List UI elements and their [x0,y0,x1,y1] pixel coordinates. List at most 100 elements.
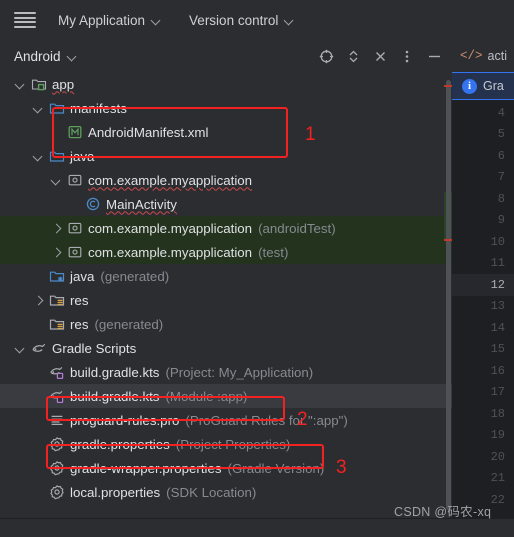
select-opened-file-icon[interactable] [314,44,338,68]
line-number: 10 [490,234,505,249]
line-number: 14 [490,320,505,335]
gradle-kts-icon [48,364,65,381]
res-folder-icon [48,316,65,333]
package-icon [66,172,83,189]
line-number: 18 [490,406,505,421]
tree-row[interactable]: proguard-rules.pro (ProGuard Rules for ":… [0,408,452,432]
line-number: 11 [490,256,505,271]
line-number: 6 [497,148,505,163]
editor-banner-text: Gra [483,79,504,93]
tree-row[interactable]: build.gradle.kts (Project: My_Application… [0,360,452,384]
line-number: 9 [497,213,505,228]
tree-row-label: com.example.myapplication [88,172,253,188]
tree-arrow-spacer [32,438,45,451]
line-number: 19 [490,428,505,443]
chevron-right-icon[interactable] [50,222,63,235]
chevron-down-icon[interactable] [32,150,45,163]
main-title-bar: My Application Version control [0,0,514,40]
tree-row[interactable]: com.example.myapplication [0,168,452,192]
tree-row[interactable]: java [0,144,452,168]
chevron-down-icon[interactable] [32,102,45,115]
text-file-icon [48,412,65,429]
tree-row-sublabel: (androidTest) [258,220,336,236]
tree-arrow-spacer [50,126,63,139]
version-control-menu[interactable]: Version control [181,9,302,32]
tree-row-label: java [70,268,95,284]
tree-row[interactable]: app [0,72,452,96]
tree-row-sublabel: (SDK Location) [166,484,257,500]
info-icon: i [462,78,477,94]
chevron-right-icon[interactable] [32,294,45,307]
chevron-right-icon[interactable] [50,246,63,259]
line-number: 15 [490,342,505,357]
tree-row[interactable]: Gradle Scripts [0,336,452,360]
tree-row-label: res [70,316,89,332]
tree-row-label: gradle-wrapper.properties [70,460,222,476]
tree-row[interactable]: AndroidManifest.xml [0,120,452,144]
tree-row-label: res [70,292,89,308]
tree-row[interactable]: manifests [0,96,452,120]
line-number: 4 [497,105,505,120]
tree-arrow-spacer [68,198,81,211]
tree-row[interactable]: gradle.properties (Project Properties) [0,432,452,456]
tree-arrow-spacer [32,366,45,379]
chevron-down-icon[interactable] [14,342,27,355]
hide-tool-window-icon[interactable] [422,44,446,68]
kotlin-class-icon [84,196,101,213]
properties-icon [48,436,65,453]
editor-line-number-gutter: 4 5 6 7 8 9 10 11 12 13 14 15 16 17 18 19 20 21 22 [452,100,514,511]
project-name-label: My Application [58,12,146,28]
line-number: 16 [490,363,505,378]
tool-window-body: app manifests AndroidManifest.xml java com.e… [0,72,452,518]
tree-arrow-spacer [32,414,45,427]
line-number: 7 [497,170,505,185]
editor-tab-activity-main[interactable]: </> acti [460,49,507,63]
tree-row[interactable]: build.gradle.kts (Module :app) [0,384,452,408]
project-tree[interactable]: app manifests AndroidManifest.xml java com.e… [0,72,452,504]
xml-code-icon: </> [460,49,483,63]
module-folder-icon [30,76,47,93]
tree-row[interactable]: com.example.myapplication (androidTest) [0,216,452,240]
tree-row-label: AndroidManifest.xml [88,124,209,140]
tree-row[interactable]: local.properties (SDK Location) [0,480,452,504]
tree-row-label: Gradle Scripts [52,340,137,356]
tree-row-label: java [70,148,95,164]
tool-window-title: Android [14,48,61,64]
tool-window-actions [314,44,446,68]
tree-row[interactable]: MainActivity [0,192,452,216]
package-icon [66,244,83,261]
tree-row[interactable]: com.example.myapplication (test) [0,240,452,264]
view-mode-selector[interactable]: Android [14,49,77,64]
tree-row-sublabel: (Gradle Version) [227,460,325,476]
properties-icon [48,484,65,501]
bottom-tool-window-bar[interactable] [0,518,514,537]
tree-row[interactable]: res (generated) [0,312,452,336]
package-icon [66,220,83,237]
folder-icon [48,148,65,165]
tree-row-label: app [52,76,75,92]
expand-collapse-icon[interactable] [341,44,365,68]
android-project-tool-window: Android app manifests AndroidManifest.xm… [0,40,452,518]
chevron-down-icon[interactable] [50,174,63,187]
gradle-icon [30,340,47,357]
editor-tab-bar: </> acti [452,40,514,72]
line-number: 13 [490,299,505,314]
more-options-icon[interactable] [395,44,419,68]
tree-row[interactable]: res [0,288,452,312]
tree-row[interactable]: java (generated) [0,264,452,288]
line-number: 12 [452,274,514,296]
tree-row-label: gradle.properties [70,436,170,452]
tree-arrow-spacer [32,462,45,475]
tree-row-sublabel: (Module :app) [165,388,248,404]
tree-row[interactable]: gradle-wrapper.properties (Gradle Version… [0,456,452,480]
project-name-menu[interactable]: My Application [50,9,169,32]
scrollbar-thumb[interactable] [446,80,451,510]
tree-row-label: build.gradle.kts [70,388,160,404]
hamburger-menu-icon[interactable] [14,12,36,28]
manifest-xml-icon [66,124,83,141]
tool-window-header: Android [0,40,452,72]
chevron-down-icon[interactable] [14,78,27,91]
collapse-all-icon[interactable] [368,44,392,68]
editor-info-banner[interactable]: i Gra [452,72,514,100]
tree-row-sublabel: (generated) [94,316,164,332]
